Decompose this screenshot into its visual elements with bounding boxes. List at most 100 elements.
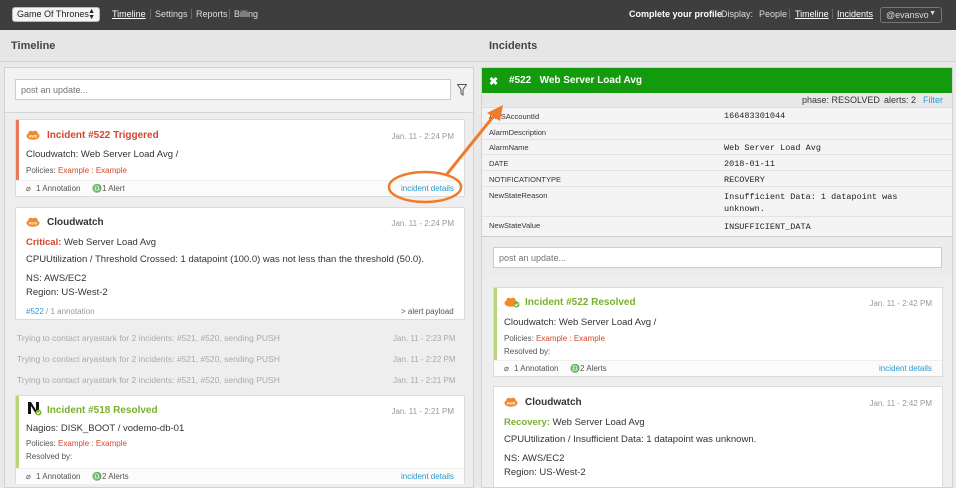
card-footer: ⌀ 1 Annotation ♎ 2 Alerts incident detai… (16, 468, 464, 484)
log-entry: Trying to contact aryastark for 2 incide… (17, 375, 280, 385)
incident-detail-panel: ✖ #522 Web Server Load Avg phase: RESOLV… (481, 67, 953, 488)
user-menu-button[interactable]: @evansvo ▼ (880, 7, 942, 23)
svg-text:AWS: AWS (29, 222, 38, 226)
alert-namespace: NS: AWS/EC2 (504, 453, 565, 464)
policies-label: Policies: (504, 334, 534, 343)
nav-timeline[interactable]: Timeline (112, 9, 146, 19)
card-footer: ⌀ 1 Annotation ♎ 2 Alerts incident detai… (494, 360, 942, 376)
field-row: AWSAccountId 166483301044 (482, 108, 952, 124)
field-value: Web Server Load Avg (724, 143, 821, 153)
nav-divider (150, 9, 151, 19)
incident-alert-count: alerts: 2 (884, 95, 917, 105)
alert-description: CPUUtilization / Insufficient Data: 1 da… (504, 434, 757, 445)
annotation-count[interactable]: 1 Annotation (514, 364, 558, 373)
paperclip-icon: ⌀ (504, 364, 509, 373)
policies-row: Policies: Example : Example (26, 166, 127, 175)
alert-region: Region: US-West-2 (504, 467, 586, 478)
critical-label: Critical: (26, 237, 62, 248)
paperclip-icon: ⌀ (26, 472, 31, 481)
nav-reports[interactable]: Reports (196, 9, 228, 19)
policies-value[interactable]: Example : Example (536, 334, 605, 343)
field-row: NOTIFICATIONTYPE RECOVERY (482, 171, 952, 187)
timeline-heading: Timeline (11, 40, 56, 52)
chevron-down-icon: ▼ (929, 10, 936, 17)
aws-cloud-icon: AWS (26, 130, 40, 140)
bell-icon: ♎ (92, 184, 102, 193)
card-time: Jan. 11 - 2:42 PM (869, 399, 932, 408)
policies-value[interactable]: Example : Example (58, 166, 127, 175)
card-title[interactable]: Incident #522 Resolved (525, 297, 636, 308)
cloudwatch-alert-card: AWS Cloudwatch Jan. 11 - 2:42 PM Recover… (493, 386, 943, 487)
user-name: @evansvo (886, 10, 929, 20)
incident-link[interactable]: #522 (26, 307, 44, 316)
incident-details-link[interactable]: incident details (879, 364, 932, 373)
log-time: Jan. 11 - 2:22 PM (393, 355, 456, 364)
nav-billing[interactable]: Billing (234, 9, 258, 19)
incident-resolved-card: Incident #518 Resolved Jan. 11 - 2:21 PM… (15, 395, 465, 484)
post-update-input[interactable] (493, 247, 942, 268)
complete-profile-link[interactable]: Complete your profile (629, 9, 722, 19)
card-body: Nagios: DISK_BOOT / vodemo-db-01 (26, 423, 185, 434)
nav-settings[interactable]: Settings (155, 9, 188, 19)
annotation-count[interactable]: 1 Annotation (36, 472, 80, 481)
field-key: NewStateReason (489, 191, 548, 200)
policies-value[interactable]: Example : Example (58, 439, 127, 448)
display-timeline[interactable]: Timeline (795, 9, 829, 19)
field-row: NewStateValue INSUFFICIENT_DATA (482, 217, 952, 237)
field-key: NOTIFICATIONTYPE (489, 175, 561, 184)
alert-namespace: NS: AWS/EC2 (26, 273, 87, 284)
policies-label: Policies: (26, 166, 56, 175)
incident-details-link[interactable]: incident details (401, 472, 454, 481)
field-value: INSUFFICIENT_DATA (724, 222, 811, 232)
resolved-by: Resolved by: (26, 452, 73, 461)
log-time: Jan. 11 - 2:23 PM (393, 334, 456, 343)
field-value: RECOVERY (724, 175, 765, 185)
svg-text:AWS: AWS (29, 135, 38, 139)
post-update-bar (5, 68, 473, 113)
close-icon[interactable]: ✖ (489, 75, 498, 88)
filter-icon[interactable] (457, 84, 467, 96)
field-key: NewStateValue (489, 221, 541, 230)
aws-cloud-icon: AWS (26, 217, 40, 227)
display-incidents[interactable]: Incidents (837, 9, 873, 19)
nav-divider (191, 9, 192, 19)
card-time: Jan. 11 - 2:24 PM (391, 219, 454, 228)
annotation-count[interactable]: 1 Annotation (36, 184, 80, 193)
card-title[interactable]: Incident #522 Triggered (47, 130, 159, 141)
field-row: AlarmName Web Server Load Avg (482, 140, 952, 155)
bell-icon: ♎ (92, 472, 102, 481)
field-value: 2018-01-11 (724, 159, 776, 169)
resolved-by: Resolved by: (504, 347, 551, 356)
field-key: AlarmName (489, 143, 529, 152)
field-key: AWSAccountId (489, 112, 540, 121)
select-arrows-icon: ▲ ▼ (88, 8, 95, 21)
incident-phase: phase: RESOLVED (802, 95, 880, 105)
alert-count[interactable]: 1 Alert (102, 184, 125, 193)
post-update-input[interactable] (15, 79, 451, 100)
incidents-heading: Incidents (489, 40, 538, 52)
aws-resolved-icon (504, 297, 520, 308)
alert-region: Region: US-West-2 (26, 287, 108, 298)
card-title[interactable]: Incident #518 Resolved (47, 405, 158, 416)
display-people[interactable]: People (759, 9, 787, 19)
log-entry: Trying to contact aryastark for 2 incide… (17, 354, 280, 364)
display-label: Display: (721, 9, 754, 19)
project-select[interactable]: Game Of Thrones ▲ ▼ (12, 7, 100, 22)
filter-link[interactable]: Filter (923, 95, 943, 105)
alert-payload-link[interactable]: > alert payload (401, 307, 454, 316)
field-key: DATE (489, 159, 509, 168)
recovery-row: Recovery: Web Server Load Avg (504, 417, 645, 428)
incident-details-link[interactable]: incident details (401, 184, 454, 193)
field-value-cont: unknown. (724, 204, 765, 214)
field-row: NewStateReason Insufficient Data: 1 data… (482, 187, 952, 217)
top-bar: Game Of Thrones ▲ ▼ Timeline Settings Rep… (0, 0, 956, 30)
field-key: AlarmDescription (489, 128, 547, 137)
log-entry: Trying to contact aryastark for 2 incide… (17, 333, 280, 343)
alert-count[interactable]: 2 Alerts (102, 472, 129, 481)
alert-count[interactable]: 2 Alerts (580, 364, 607, 373)
incident-fields-table: AWSAccountId 166483301044 AlarmDescripti… (482, 107, 952, 237)
card-time: Jan. 11 - 2:24 PM (391, 132, 454, 141)
paperclip-icon: ⌀ (26, 184, 31, 193)
alert-description: CPUUtilization / Threshold Crossed: 1 da… (26, 254, 424, 265)
bell-icon: ♎ (570, 364, 580, 373)
